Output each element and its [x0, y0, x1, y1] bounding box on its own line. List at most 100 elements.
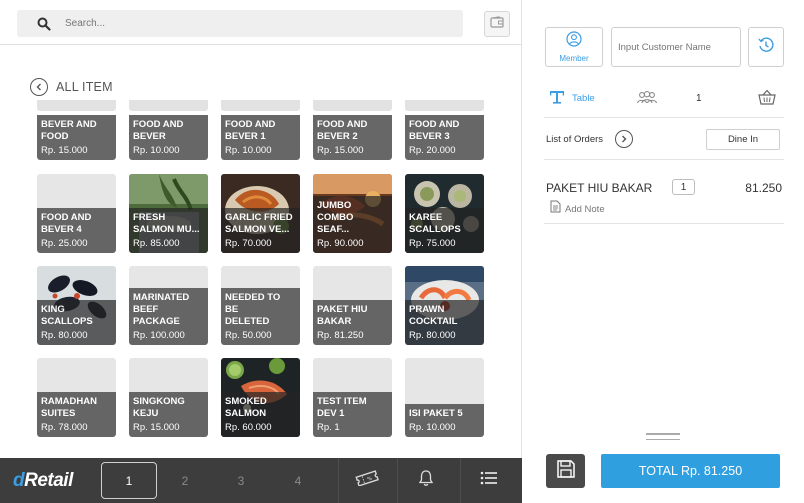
- item-tile[interactable]: PRAWN COCKTAIL Rp. 80.000: [405, 266, 484, 345]
- section-title: ALL ITEM: [56, 80, 113, 94]
- history-button[interactable]: [748, 27, 784, 67]
- item-tile[interactable]: SMOKED SALMON Rp. 60.000: [221, 358, 300, 437]
- item-price: Rp. 90.000: [317, 238, 364, 249]
- dretail-logo: dRetail: [13, 470, 73, 491]
- item-price: Rp. 1: [317, 422, 340, 433]
- order-item-name: PAKET HIU BAKAR: [546, 181, 653, 195]
- note-icon: [550, 200, 561, 218]
- item-price: Rp. 70.000: [225, 238, 272, 249]
- back-icon[interactable]: [30, 78, 48, 96]
- table-row: Table 1: [548, 88, 778, 108]
- divider: [544, 117, 784, 118]
- item-tile[interactable]: FOOD AND BEVER 3 Rp. 20.000: [405, 112, 484, 160]
- basket-icon[interactable]: [758, 89, 776, 111]
- item-tile[interactable]: BEVER AND FOOD Rp. 15.000: [37, 112, 116, 160]
- menu-list-icon: [480, 471, 498, 490]
- page-button-1[interactable]: 1: [101, 462, 157, 499]
- partial-tile: [221, 100, 300, 111]
- page-button-4[interactable]: 4: [270, 462, 326, 499]
- chevron-right-icon[interactable]: [615, 130, 633, 148]
- notification-button[interactable]: [397, 458, 453, 503]
- item-price: Rp. 60.000: [225, 422, 272, 433]
- item-tile[interactable]: FOOD AND BEVER 2 Rp. 15.000: [313, 112, 392, 160]
- partial-tile: [129, 100, 208, 111]
- item-tile[interactable]: SINGKONG KEJU Rp. 15.000: [129, 358, 208, 437]
- item-tile[interactable]: KAREE SCALLOPS Rp. 75.000: [405, 174, 484, 253]
- order-panel: Member Table 1 List of Orders: [522, 0, 804, 503]
- order-item[interactable]: PAKET HIU BAKAR 1 81.250 Add Note: [546, 178, 782, 218]
- save-order-button[interactable]: [546, 454, 585, 488]
- search-input[interactable]: [65, 18, 445, 29]
- item-name: FOOD AND BEVER 4: [41, 212, 92, 235]
- item-label: FOOD AND BEVER 1 Rp. 10.000: [221, 115, 300, 160]
- item-tile[interactable]: FOOD AND BEVER 1 Rp. 10.000: [221, 112, 300, 160]
- item-label: FOOD AND BEVER 4 Rp. 25.000: [37, 208, 116, 253]
- item-tile[interactable]: TEST ITEM DEV 1 Rp. 1: [313, 358, 392, 437]
- total-pay-button[interactable]: TOTAL Rp. 81.250: [601, 454, 780, 488]
- order-item-qty[interactable]: 1: [672, 179, 695, 195]
- guest-count: 1: [696, 93, 702, 104]
- item-label: RAMADHAN SUITES Rp. 78.000: [37, 392, 116, 437]
- drag-handle[interactable]: [646, 433, 680, 441]
- page-button-3[interactable]: 3: [213, 462, 269, 499]
- page-button-2[interactable]: 2: [157, 462, 213, 499]
- item-name: FOOD AND BEVER 3: [409, 119, 460, 142]
- all-item-header[interactable]: ALL ITEM: [30, 78, 113, 96]
- item-label: ISI PAKET 5 Rp. 10.000: [405, 404, 484, 437]
- item-price: Rp. 100.000: [133, 330, 185, 341]
- save-icon: [556, 459, 576, 484]
- item-name: PAKET HIU BAKAR: [317, 304, 368, 327]
- customer-name-input[interactable]: [611, 27, 741, 67]
- table-icon[interactable]: [548, 88, 566, 111]
- item-price: Rp. 78.000: [41, 422, 88, 433]
- add-note-label: Add Note: [565, 203, 605, 215]
- member-label: Member: [559, 54, 589, 63]
- menu-button[interactable]: [460, 458, 516, 503]
- item-tile[interactable]: FRESH SALMON MU... Rp. 85.000: [129, 174, 208, 253]
- item-tile[interactable]: ISI PAKET 5 Rp. 10.000: [405, 358, 484, 437]
- item-label: FRESH SALMON MU... Rp. 85.000: [129, 208, 208, 253]
- top-divider: [0, 44, 522, 45]
- item-tile[interactable]: FOOD AND BEVER Rp. 10.000: [129, 112, 208, 160]
- item-tile[interactable]: GARLIC FRIED SALMON VE... Rp. 70.000: [221, 174, 300, 253]
- partial-tile: [405, 100, 484, 111]
- item-label: FOOD AND BEVER 3 Rp. 20.000: [405, 115, 484, 160]
- item-label: GARLIC FRIED SALMON VE... Rp. 70.000: [221, 208, 300, 253]
- history-icon: [757, 36, 775, 59]
- item-name: SINGKONG KEJU: [133, 396, 185, 419]
- item-tile[interactable]: JUMBO COMBO SEAF... Rp. 90.000: [313, 174, 392, 253]
- item-name: ISI PAKET 5: [409, 408, 463, 419]
- item-tile[interactable]: PAKET HIU BAKAR Rp. 81.250: [313, 266, 392, 345]
- item-label: KING SCALLOPS Rp. 80.000: [37, 300, 116, 345]
- item-tile[interactable]: NEEDED TO BE DELETED Rp. 50.000: [221, 266, 300, 345]
- item-price: Rp. 20.000: [409, 145, 456, 156]
- item-price: Rp. 85.000: [133, 238, 180, 249]
- table-label[interactable]: Table: [572, 93, 595, 104]
- item-name: FOOD AND BEVER 2: [317, 119, 368, 142]
- member-button[interactable]: Member: [545, 27, 603, 67]
- item-name: KING SCALLOPS: [41, 304, 93, 327]
- guests-icon[interactable]: [636, 90, 658, 111]
- item-label: TEST ITEM DEV 1 Rp. 1: [313, 392, 392, 437]
- add-note-button[interactable]: Add Note: [550, 200, 605, 218]
- voucher-button[interactable]: %: [338, 458, 394, 503]
- bottom-nav: dRetail 1 2 3 4 %: [0, 458, 522, 503]
- item-name: MARINATED BEEF PACKAGE: [133, 292, 190, 327]
- wallet-button[interactable]: [484, 11, 510, 37]
- partial-tile: [37, 100, 116, 111]
- item-price: Rp. 75.000: [409, 238, 456, 249]
- item-tile[interactable]: RAMADHAN SUITES Rp. 78.000: [37, 358, 116, 437]
- pos-app: ALL ITEM BEVER AND FOODRp. 15.000 FOOD AN…: [0, 0, 804, 503]
- item-price: Rp. 80.000: [41, 330, 88, 341]
- search-bar[interactable]: [17, 10, 463, 37]
- item-tile[interactable]: FOOD AND BEVER 4 Rp. 25.000: [37, 174, 116, 253]
- wallet-icon: [490, 15, 504, 33]
- item-label: SINGKONG KEJU Rp. 15.000: [129, 392, 208, 437]
- dine-mode-button[interactable]: Dine In: [706, 129, 780, 150]
- item-tile[interactable]: KING SCALLOPS Rp. 80.000: [37, 266, 116, 345]
- item-grid: BEVER AND FOOD Rp. 15.000 FOOD AND BEVER Rp…: [37, 100, 497, 456]
- item-label: PRAWN COCKTAIL Rp. 80.000: [405, 300, 484, 345]
- item-tile[interactable]: MARINATED BEEF PACKAGE Rp. 100.000: [129, 266, 208, 345]
- item-label: FOOD AND BEVER Rp. 10.000: [129, 115, 208, 160]
- bell-icon: [417, 469, 435, 492]
